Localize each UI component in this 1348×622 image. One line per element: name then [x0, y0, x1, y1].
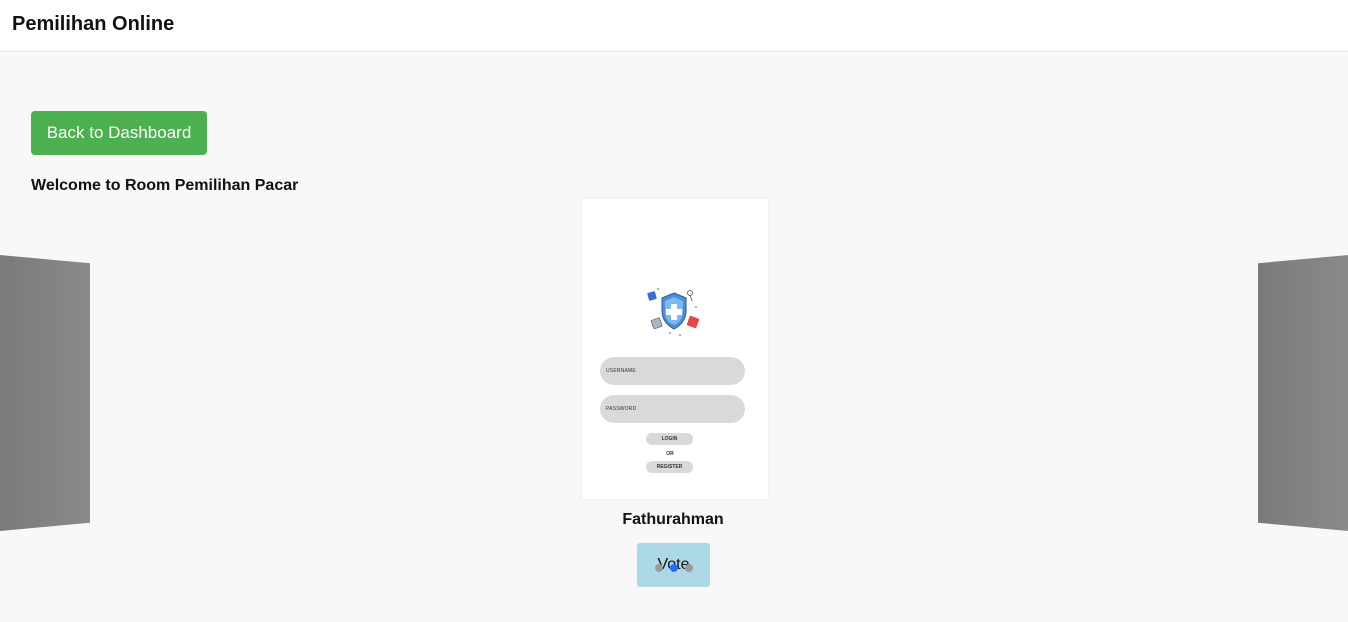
carousel-next-card[interactable]	[1258, 255, 1348, 531]
top-bar: Pemilihan Online	[0, 0, 1348, 52]
carousel-prev-card[interactable]	[0, 255, 90, 531]
candidate-photo: USERNAME PASSWORD LOGIN OR REGISTER	[582, 199, 768, 499]
photo-login-label: LOGIN	[646, 433, 693, 445]
back-to-dashboard-button[interactable]: Back to Dashboard	[31, 111, 207, 155]
carousel-dot[interactable]	[655, 564, 663, 572]
candidate-name: Fathurahman	[622, 511, 724, 528]
shield-medical-icon	[647, 288, 700, 336]
photo-username-label: USERNAME	[600, 357, 745, 385]
carousel-dot[interactable]	[685, 564, 693, 572]
app-title: Pemilihan Online	[12, 13, 175, 35]
carousel-pagination	[655, 564, 693, 572]
carousel-dot-active[interactable]	[670, 564, 678, 572]
photo-register-label: REGISTER	[646, 461, 693, 473]
room-title: Welcome to Room Pemilihan Pacar	[31, 177, 299, 194]
photo-or-label: OR	[666, 451, 674, 457]
photo-password-label: PASSWORD	[600, 395, 745, 423]
